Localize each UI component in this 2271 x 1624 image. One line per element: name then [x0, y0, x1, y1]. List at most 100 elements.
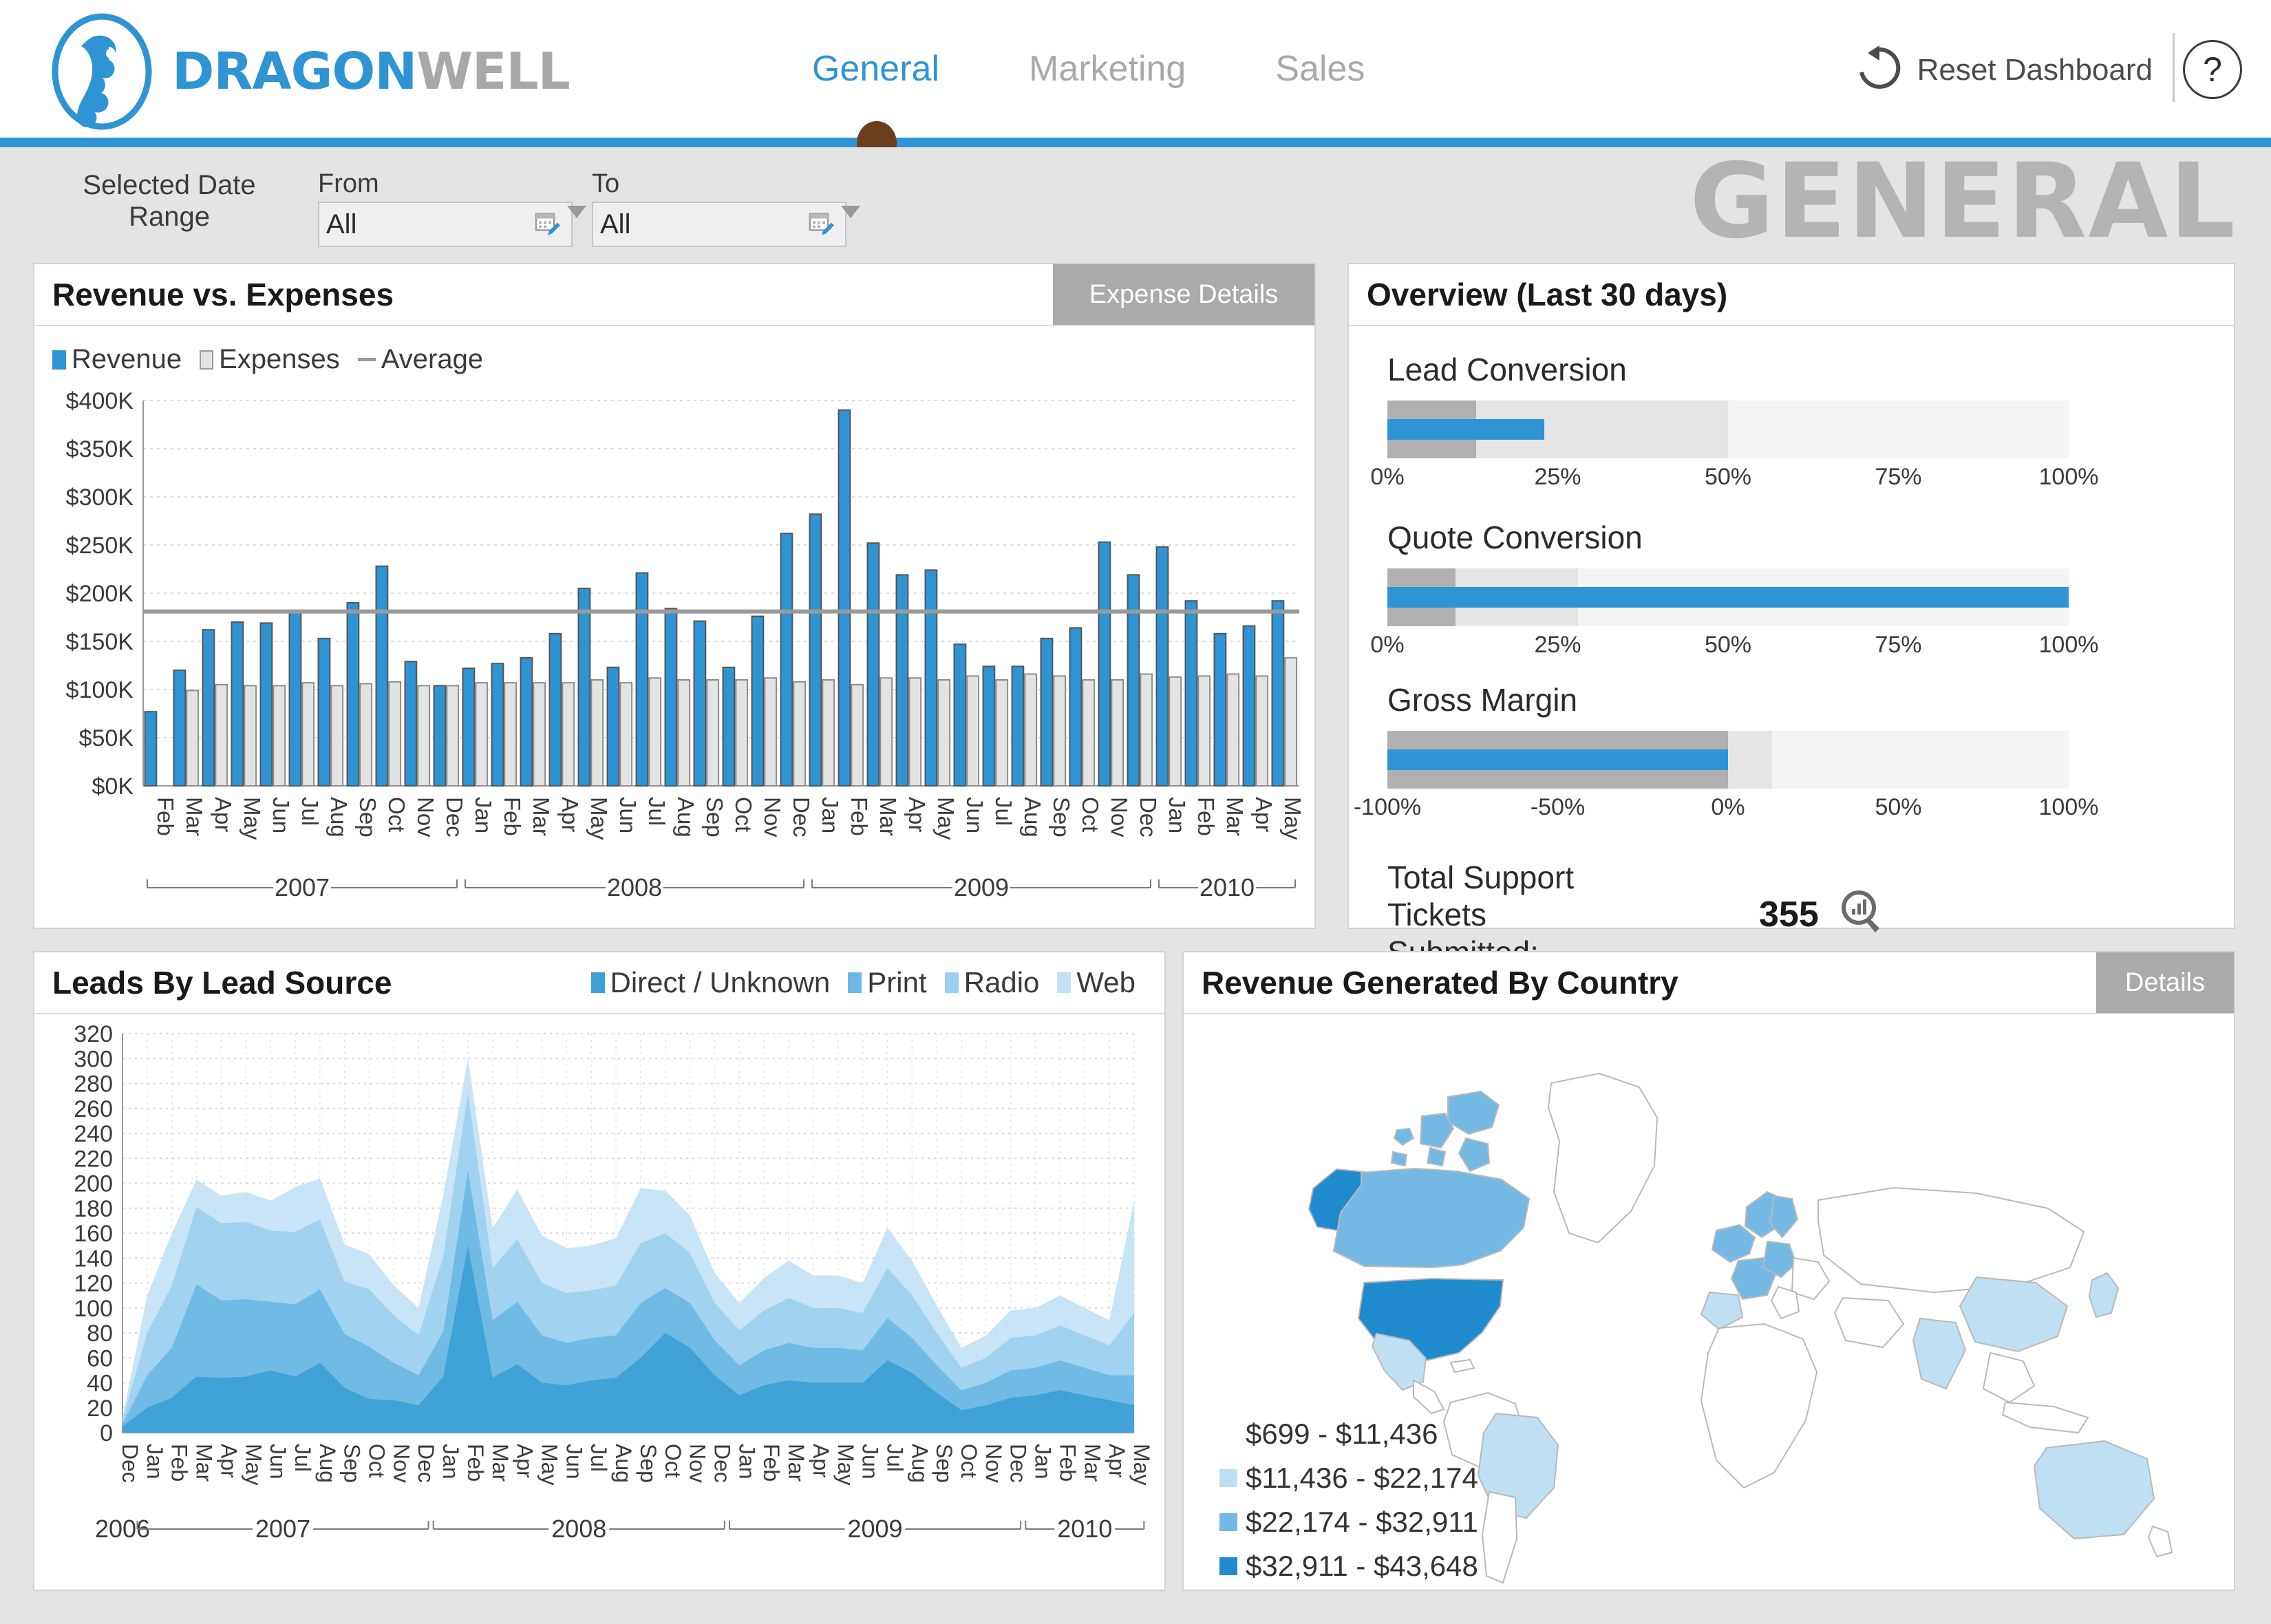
- bar-expenses[interactable]: [996, 680, 1007, 786]
- bar-revenue[interactable]: [955, 644, 966, 786]
- bar-expenses[interactable]: [186, 690, 198, 786]
- bar-revenue[interactable]: [145, 712, 157, 786]
- bar-expenses[interactable]: [1025, 674, 1036, 786]
- map-country-greenland[interactable]: [1548, 1073, 1657, 1243]
- map-country-central-america[interactable]: [1414, 1380, 1444, 1413]
- date-from-dropdown-caret[interactable]: [567, 206, 586, 218]
- bar-expenses[interactable]: [765, 678, 776, 786]
- map-country-arctic-1[interactable]: [1448, 1091, 1499, 1134]
- map-country-new-zealand[interactable]: [2149, 1526, 2172, 1557]
- bar-expenses[interactable]: [504, 683, 516, 786]
- bar-revenue[interactable]: [405, 661, 417, 786]
- bar-revenue[interactable]: [1186, 601, 1197, 786]
- bar-revenue[interactable]: [897, 575, 908, 786]
- bar-revenue[interactable]: [492, 663, 504, 786]
- bar-expenses[interactable]: [736, 680, 747, 786]
- bar-revenue[interactable]: [376, 566, 388, 786]
- bar-revenue[interactable]: [1012, 666, 1024, 786]
- bar-expenses[interactable]: [1198, 676, 1210, 786]
- bar-expenses[interactable]: [1111, 680, 1123, 786]
- map-country-spain[interactable]: [1701, 1292, 1742, 1329]
- bar-revenue[interactable]: [463, 668, 475, 786]
- map-country-africa[interactable]: [1701, 1324, 1817, 1488]
- bar-expenses[interactable]: [591, 680, 603, 786]
- bar-expenses[interactable]: [678, 680, 690, 786]
- map-country-arctic-2[interactable]: [1420, 1113, 1453, 1148]
- bar-expenses[interactable]: [1285, 658, 1297, 786]
- nav-tab-general[interactable]: General: [812, 48, 939, 89]
- bar-revenue[interactable]: [1272, 601, 1284, 786]
- bar-expenses[interactable]: [476, 683, 487, 786]
- map-country-eastern-europe[interactable]: [1792, 1258, 1829, 1299]
- bar-expenses[interactable]: [1227, 674, 1239, 786]
- bar-revenue[interactable]: [1215, 634, 1226, 786]
- bar-revenue[interactable]: [926, 570, 937, 786]
- bar-revenue[interactable]: [174, 670, 186, 786]
- nav-tab-marketing[interactable]: Marketing: [1029, 48, 1186, 89]
- bar-expenses[interactable]: [533, 683, 545, 786]
- bar-revenue[interactable]: [868, 543, 879, 786]
- map-country-united-kingdom[interactable]: [1712, 1225, 1755, 1262]
- bar-expenses[interactable]: [822, 680, 834, 786]
- nav-tab-sales[interactable]: Sales: [1275, 48, 1365, 89]
- bar-revenue[interactable]: [319, 639, 330, 786]
- bar-expenses[interactable]: [649, 678, 661, 786]
- map-country-middle-east[interactable]: [1835, 1298, 1904, 1347]
- brand-logo[interactable]: DRAGONWELL: [43, 12, 570, 131]
- bar-expenses[interactable]: [1083, 680, 1094, 786]
- bar-revenue[interactable]: [694, 621, 706, 786]
- map-country-arctic-6[interactable]: [1392, 1152, 1407, 1166]
- bar-revenue[interactable]: [348, 603, 359, 786]
- bar-expenses[interactable]: [620, 683, 632, 786]
- bar-revenue[interactable]: [1128, 575, 1140, 786]
- bar-revenue[interactable]: [579, 588, 590, 786]
- map-country-canada[interactable]: [1334, 1168, 1529, 1268]
- calendar-picker-icon[interactable]: [534, 209, 562, 240]
- bar-expenses[interactable]: [273, 685, 285, 786]
- calendar-picker-icon[interactable]: [808, 209, 835, 240]
- map-country-indonesia[interactable]: [2003, 1402, 2088, 1433]
- map-country-italy[interactable]: [1771, 1287, 1799, 1318]
- bar-revenue[interactable]: [810, 514, 822, 786]
- bar-revenue[interactable]: [839, 410, 851, 786]
- bar-expenses[interactable]: [562, 683, 574, 786]
- bar-revenue[interactable]: [550, 634, 562, 786]
- bar-revenue[interactable]: [665, 608, 677, 786]
- bar-revenue[interactable]: [608, 667, 619, 786]
- map-country-arctic-3[interactable]: [1459, 1138, 1489, 1171]
- bar-expenses[interactable]: [447, 685, 458, 786]
- bar-revenue[interactable]: [781, 533, 793, 786]
- bar-expenses[interactable]: [360, 684, 372, 786]
- bar-expenses[interactable]: [793, 682, 805, 786]
- bar-expenses[interactable]: [244, 685, 256, 786]
- bar-revenue[interactable]: [1041, 639, 1053, 786]
- bar-revenue[interactable]: [1157, 547, 1169, 786]
- bar-expenses[interactable]: [967, 676, 979, 786]
- bar-expenses[interactable]: [1169, 677, 1181, 786]
- bar-revenue[interactable]: [232, 622, 244, 786]
- bar-revenue[interactable]: [637, 573, 648, 786]
- bar-expenses[interactable]: [418, 685, 429, 786]
- bar-expenses[interactable]: [851, 685, 863, 786]
- bar-expenses[interactable]: [1256, 676, 1268, 786]
- bar-expenses[interactable]: [909, 678, 921, 786]
- bar-revenue[interactable]: [752, 617, 764, 786]
- date-from-input[interactable]: All: [318, 202, 573, 247]
- bar-expenses[interactable]: [302, 683, 314, 786]
- map-country-japan[interactable]: [2089, 1273, 2118, 1317]
- bar-revenue[interactable]: [983, 666, 995, 786]
- bar-revenue[interactable]: [290, 610, 301, 786]
- bar-expenses[interactable]: [1054, 676, 1065, 786]
- map-country-southeast-asia[interactable]: [1983, 1353, 2034, 1402]
- bar-expenses[interactable]: [1140, 674, 1152, 786]
- map-country-sweden[interactable]: [1770, 1196, 1798, 1237]
- map-country-arctic-4[interactable]: [1394, 1129, 1414, 1145]
- bar-revenue[interactable]: [1099, 542, 1111, 786]
- magnifier-bar-chart-icon[interactable]: [1837, 887, 1889, 943]
- bar-expenses[interactable]: [389, 682, 401, 786]
- map-country-china[interactable]: [1960, 1277, 2067, 1351]
- bar-expenses[interactable]: [707, 680, 718, 786]
- bar-revenue[interactable]: [1070, 628, 1082, 786]
- bar-revenue[interactable]: [203, 630, 215, 786]
- map-country-russia[interactable]: [1818, 1188, 2084, 1292]
